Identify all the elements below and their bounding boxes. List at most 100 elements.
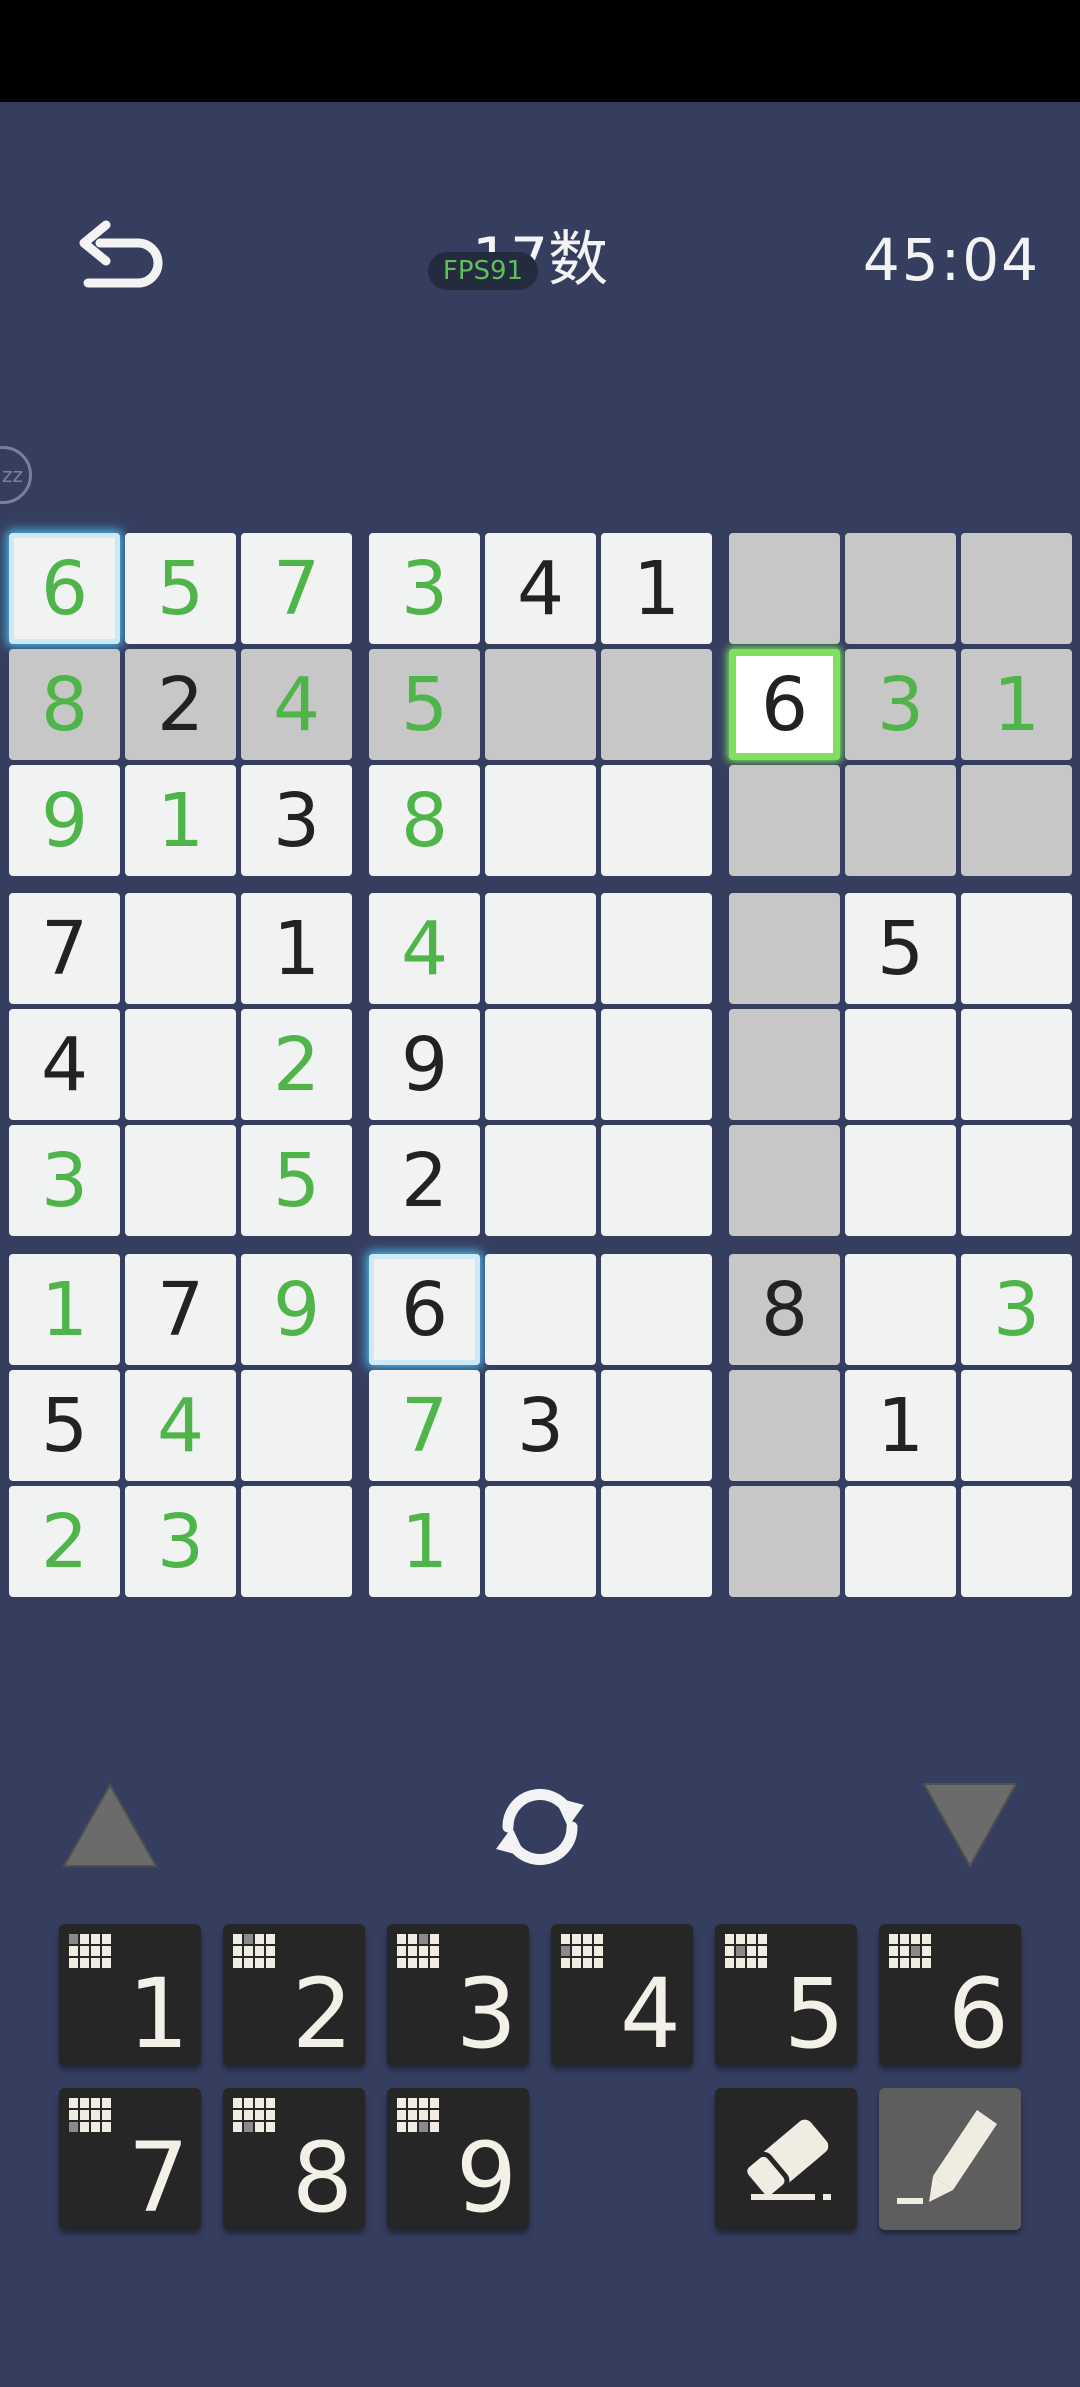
board-cell[interactable]: 3 [845, 649, 956, 760]
back-button[interactable] [70, 215, 170, 305]
board-cell[interactable] [485, 1254, 596, 1365]
mini-grid-icon [233, 1934, 275, 1968]
board-cell[interactable]: 7 [125, 1254, 236, 1365]
board-cell[interactable]: 8 [9, 649, 120, 760]
board-cell[interactable] [125, 1009, 236, 1120]
board-cell[interactable] [845, 1009, 956, 1120]
board-cell[interactable] [485, 649, 596, 760]
board-cell[interactable] [241, 1370, 352, 1481]
scroll-down-button[interactable] [920, 1780, 1020, 1870]
board-cell[interactable] [601, 765, 712, 876]
board-cell[interactable] [729, 1125, 840, 1236]
board-cell[interactable] [729, 1370, 840, 1481]
number-key-9[interactable]: 9 [387, 2088, 529, 2230]
board-cell[interactable] [601, 1125, 712, 1236]
board-cell[interactable] [125, 893, 236, 1004]
board-cell[interactable] [485, 1486, 596, 1597]
floating-sleep-badge[interactable]: zz [0, 446, 32, 504]
board-cell[interactable]: 3 [485, 1370, 596, 1481]
board-cell[interactable]: 1 [601, 533, 712, 644]
refresh-button[interactable] [488, 1775, 592, 1879]
board-cell[interactable]: 3 [125, 1486, 236, 1597]
board-cell[interactable]: 9 [241, 1254, 352, 1365]
board-cell[interactable] [601, 893, 712, 1004]
board-cell[interactable]: 9 [369, 1009, 480, 1120]
board-cell[interactable]: 2 [369, 1125, 480, 1236]
board-cell[interactable] [729, 1486, 840, 1597]
number-key-1[interactable]: 1 [59, 1924, 201, 2066]
board-cell[interactable]: 8 [729, 1254, 840, 1365]
board-cell[interactable] [845, 533, 956, 644]
game-timer: 45:04 [862, 226, 1040, 294]
board-cell[interactable]: 7 [369, 1370, 480, 1481]
board-cell[interactable]: 2 [241, 1009, 352, 1120]
board-cell[interactable] [845, 1486, 956, 1597]
board-cell[interactable]: 5 [125, 533, 236, 644]
board-cell[interactable] [961, 765, 1072, 876]
board-cell[interactable] [845, 765, 956, 876]
board-cell[interactable]: 4 [369, 893, 480, 1004]
status-bar [0, 0, 1080, 102]
board-cell[interactable] [729, 765, 840, 876]
board-cell[interactable]: 1 [961, 649, 1072, 760]
board-cell[interactable] [485, 1125, 596, 1236]
board-cell[interactable] [961, 1486, 1072, 1597]
number-key-6[interactable]: 6 [879, 1924, 1021, 2066]
board-cell[interactable] [729, 533, 840, 644]
board-cell[interactable] [729, 893, 840, 1004]
board-cell[interactable]: 7 [9, 893, 120, 1004]
board-cell[interactable]: 2 [9, 1486, 120, 1597]
board-cell[interactable]: 7 [241, 533, 352, 644]
board-cell[interactable]: 3 [9, 1125, 120, 1236]
board-cell[interactable] [961, 893, 1072, 1004]
board-cell[interactable] [485, 1009, 596, 1120]
board-cell[interactable]: 3 [369, 533, 480, 644]
board-cell[interactable]: 1 [241, 893, 352, 1004]
number-key-2[interactable]: 2 [223, 1924, 365, 2066]
board-cell[interactable]: 5 [369, 649, 480, 760]
board-cell[interactable]: 4 [241, 649, 352, 760]
board-cell[interactable] [125, 1125, 236, 1236]
board-cell[interactable]: 6 [9, 533, 120, 644]
board-cell[interactable]: 4 [9, 1009, 120, 1120]
board-cell[interactable]: 5 [241, 1125, 352, 1236]
board-cell[interactable]: 8 [369, 765, 480, 876]
board-cell[interactable] [601, 1486, 712, 1597]
board-cell[interactable]: 1 [125, 765, 236, 876]
board-cell[interactable] [601, 1370, 712, 1481]
number-key-3[interactable]: 3 [387, 1924, 529, 2066]
board-cell[interactable]: 6 [729, 649, 840, 760]
board-cell[interactable]: 1 [369, 1486, 480, 1597]
board-cell[interactable]: 1 [9, 1254, 120, 1365]
board-cell[interactable] [601, 1009, 712, 1120]
number-key-4[interactable]: 4 [551, 1924, 693, 2066]
board-cell[interactable] [961, 1009, 1072, 1120]
board-cell[interactable]: 9 [9, 765, 120, 876]
board-cell[interactable]: 3 [241, 765, 352, 876]
board-cell[interactable] [601, 649, 712, 760]
board-cell[interactable] [961, 1370, 1072, 1481]
board-cell[interactable]: 6 [369, 1254, 480, 1365]
pencil-notes-button[interactable] [879, 2088, 1021, 2230]
board-cell[interactable] [845, 1125, 956, 1236]
board-cell[interactable] [961, 1125, 1072, 1236]
board-cell[interactable]: 4 [485, 533, 596, 644]
board-cell[interactable]: 5 [845, 893, 956, 1004]
board-cell[interactable]: 3 [961, 1254, 1072, 1365]
board-cell[interactable] [601, 1254, 712, 1365]
number-key-8[interactable]: 8 [223, 2088, 365, 2230]
board-cell[interactable] [241, 1486, 352, 1597]
board-cell[interactable] [961, 533, 1072, 644]
board-cell[interactable]: 2 [125, 649, 236, 760]
board-cell[interactable]: 4 [125, 1370, 236, 1481]
board-cell[interactable]: 5 [9, 1370, 120, 1481]
number-key-7[interactable]: 7 [59, 2088, 201, 2230]
scroll-up-button[interactable] [60, 1780, 160, 1870]
eraser-button[interactable] [715, 2088, 857, 2230]
board-cell[interactable] [485, 765, 596, 876]
board-cell[interactable] [729, 1009, 840, 1120]
board-cell[interactable] [485, 893, 596, 1004]
board-cell[interactable] [845, 1254, 956, 1365]
number-key-5[interactable]: 5 [715, 1924, 857, 2066]
board-cell[interactable]: 1 [845, 1370, 956, 1481]
